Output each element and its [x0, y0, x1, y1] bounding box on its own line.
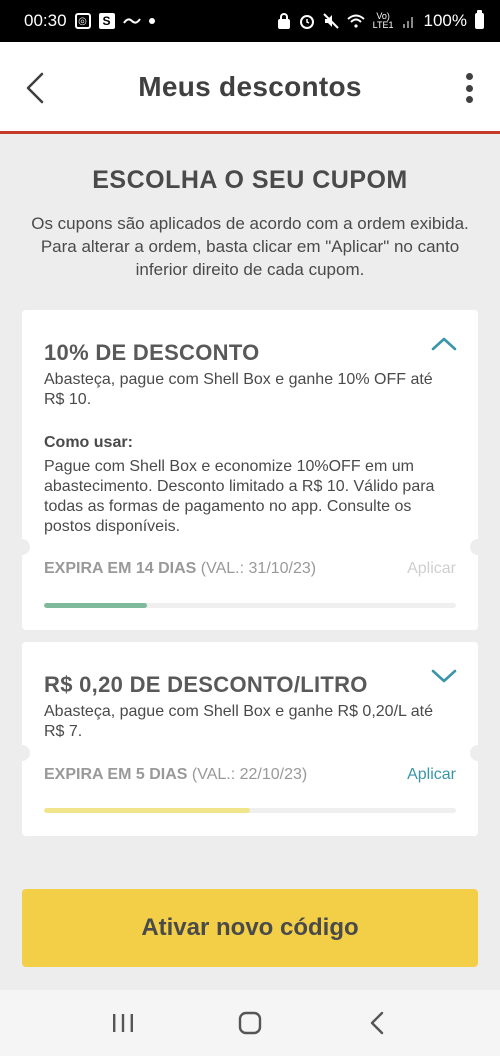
expiry-label: EXPIRA EM 5 DIAS [44, 766, 188, 783]
coupon-summary: Abasteça, pague com Shell Box e ganhe 10… [44, 371, 433, 408]
coupon-title: R$ 0,20 DE DESCONTO/LITRO [44, 672, 368, 697]
home-icon [238, 1011, 262, 1035]
status-left: 00:30 ◎ S [24, 11, 155, 31]
expiry-label: EXPIRA EM 14 DIAS [44, 560, 197, 577]
lte-label: LTE1 [372, 20, 394, 30]
battery-icon [475, 10, 484, 29]
notification-dot-icon [148, 18, 155, 24]
expiry-progress-bar [44, 603, 456, 608]
recent-apps-button[interactable] [103, 1003, 143, 1043]
dot-icon [465, 84, 473, 92]
back-button[interactable] [22, 70, 52, 106]
coupon-title: 10% DE DESCONTO [44, 340, 260, 365]
instagram-icon: ◎ [74, 13, 91, 29]
chevron-left-icon [26, 72, 44, 104]
expiry-info: EXPIRA EM 14 DIAS (VAL.: 31/10/23) [44, 560, 316, 578]
shell-s-icon: S [98, 13, 115, 29]
chevron-up-icon [431, 337, 457, 351]
chevron-down-icon [431, 669, 457, 683]
coupon-summary: Abasteça, pague com Shell Box e ganhe R$… [44, 703, 434, 740]
apply-button[interactable]: Aplicar [407, 560, 456, 578]
dot-icon [465, 96, 473, 103]
volte-indicator: Vo) LTE1 [373, 12, 394, 30]
app-header: Meus descontos [0, 42, 500, 134]
expiry-progress-fill [44, 603, 147, 608]
section-description: Os cupons são aplicados de acordo com a … [31, 214, 469, 279]
wifi-icon [347, 14, 365, 28]
back-arrow-icon [370, 1011, 383, 1035]
expiry-info: EXPIRA EM 5 DIAS (VAL.: 22/10/23) [44, 766, 307, 784]
how-to-use-text: Pague com Shell Box e economize 10%OFF e… [44, 458, 435, 535]
expiry-progress-fill [44, 808, 250, 813]
expiry-row: EXPIRA EM 14 DIAS (VAL.: 31/10/23) Aplic… [44, 560, 456, 578]
system-nav-bar [0, 990, 500, 1056]
dot-icon [465, 73, 473, 80]
lock-icon [277, 13, 291, 29]
how-to-use-title: Como usar: [44, 434, 133, 451]
activate-new-code-button[interactable]: Ativar novo código [22, 889, 478, 967]
more-options-button[interactable] [460, 70, 478, 106]
expiry-row: EXPIRA EM 5 DIAS (VAL.: 22/10/23) Aplica… [44, 766, 456, 784]
collapse-button[interactable] [430, 332, 458, 356]
coupon-card: 10% DE DESCONTO Abasteça, pague com Shel… [14, 310, 486, 630]
recent-apps-icon [113, 1014, 134, 1032]
apply-button[interactable]: Aplicar [407, 766, 456, 784]
card-notch [14, 745, 30, 761]
expand-button[interactable] [430, 664, 458, 688]
card-notch [14, 539, 30, 555]
coupon-card: R$ 0,20 DE DESCONTO/LITRO Abasteça, pagu… [14, 642, 486, 836]
validity-date: (VAL.: 31/10/23) [200, 560, 317, 577]
status-right: Vo) LTE1 100% [277, 10, 484, 31]
validity-date: (VAL.: 22/10/23) [191, 766, 308, 783]
card-notch [470, 539, 486, 555]
status-bar: 00:30 ◎ S Vo) LTE1 100% [0, 0, 500, 42]
card-notch [470, 745, 486, 761]
system-back-button[interactable] [357, 1003, 397, 1043]
app-notification-icon [122, 15, 141, 27]
home-button[interactable] [230, 1003, 270, 1043]
status-time: 00:30 [24, 11, 67, 30]
section-heading: ESCOLHA O SEU CUPOM [92, 166, 408, 194]
page-title: Meus descontos [138, 70, 362, 102]
expiry-progress-bar [44, 808, 456, 813]
battery-percent: 100% [423, 11, 467, 30]
signal-icon [402, 14, 416, 28]
mute-icon [322, 13, 339, 29]
alarm-icon [299, 13, 315, 29]
